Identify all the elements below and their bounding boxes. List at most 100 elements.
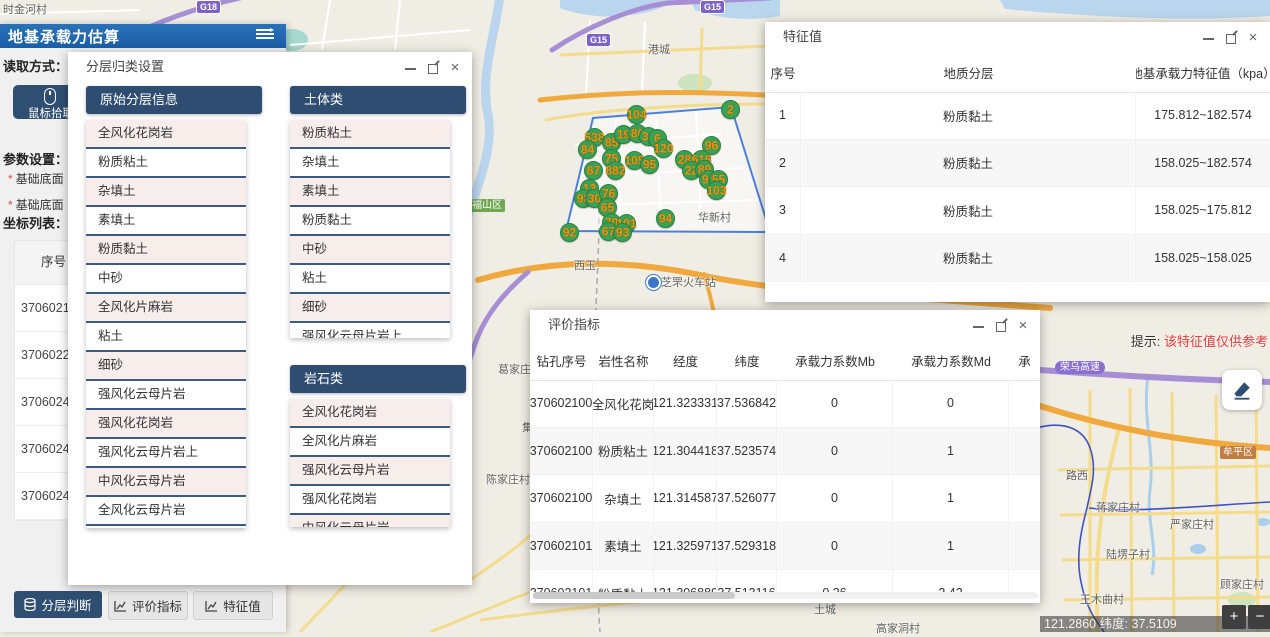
- evaluation-panel: 评价指标 × 钻孔序号岩性名称 经度纬度 承载力系数Mb承载力系数Md 承 37…: [530, 310, 1040, 603]
- maximize-icon[interactable]: [426, 61, 440, 75]
- map-label: G15: [586, 33, 611, 47]
- map-label: G15: [700, 0, 725, 14]
- layer-item[interactable]: 细砂: [86, 352, 246, 381]
- map-label: G18: [196, 0, 221, 14]
- soil-item[interactable]: 强风化云母片岩上: [290, 323, 450, 338]
- layer-item[interactable]: 粉质黏土: [86, 236, 246, 265]
- layer-item[interactable]: 粉质粘土: [86, 149, 246, 178]
- map-label: 港城: [648, 41, 670, 57]
- reference-tip: 提示: 该特征值仅供参考: [1131, 331, 1268, 350]
- rock-item[interactable]: 中风化云母片岩: [290, 515, 450, 527]
- borehole-marker[interactable]: 93: [613, 223, 632, 242]
- eigenvalue-table-header: 序号 地质分层 地基承载力特征值（kpa）: [765, 52, 1270, 93]
- tip-prefix: 提示:: [1131, 334, 1161, 349]
- zoom-out-button[interactable]: −: [1248, 605, 1270, 629]
- soil-item[interactable]: 细砂: [290, 294, 450, 323]
- horizontal-scrollbar[interactable]: [532, 592, 1038, 599]
- app-title-bar: 地基承载力估算: [0, 24, 286, 48]
- layer-item[interactable]: 强风化云母片岩: [86, 381, 246, 410]
- original-layers-header: 原始分层信息: [86, 86, 262, 114]
- borehole-marker[interactable]: 103: [707, 181, 726, 200]
- map-label: 福山区: [469, 199, 505, 212]
- map-label: 华新村: [698, 209, 731, 225]
- eval-index-button[interactable]: 评价指标: [108, 591, 188, 620]
- layer-item[interactable]: 全风化片麻岩: [86, 294, 246, 323]
- layer-judge-button[interactable]: 分层判断: [14, 591, 102, 618]
- layer-item[interactable]: 杂填土: [86, 178, 246, 207]
- rock-item[interactable]: 强风化云母片岩: [290, 457, 450, 486]
- close-icon[interactable]: ×: [448, 61, 462, 75]
- borehole-marker[interactable]: 94: [656, 209, 675, 228]
- map-label: 陈家庄村: [486, 471, 530, 487]
- rock-item[interactable]: 全风化花岗岩: [290, 399, 450, 428]
- soil-item[interactable]: 粘土: [290, 265, 450, 294]
- borehole-marker[interactable]: 120: [654, 139, 673, 158]
- soil-item[interactable]: 粉质黏土: [290, 207, 450, 236]
- evaluation-row: 370602101素填土121.325971 37.52931801: [530, 523, 1040, 571]
- layer-item[interactable]: 全风化云母片岩: [86, 497, 246, 526]
- layer-item[interactable]: 全风化花岗岩: [86, 120, 246, 149]
- eraser-button[interactable]: [1222, 370, 1262, 410]
- borehole-marker[interactable]: 92: [560, 223, 579, 242]
- layer-item[interactable]: 中风化云母片岩: [86, 468, 246, 497]
- layer-item[interactable]: 强风化花岗岩: [86, 410, 246, 439]
- borehole-marker[interactable]: 95: [640, 155, 659, 174]
- read-mode-label: 读取方式：: [3, 56, 68, 75]
- soil-item[interactable]: 中砂: [290, 236, 450, 265]
- layer-item[interactable]: 素填土: [86, 207, 246, 236]
- borehole-marker[interactable]: 2: [721, 100, 740, 119]
- classification-dialog: 分层归类设置 × 原始分层信息 全风化花岗岩粉质粘土杂填土素填土粉质黏土中砂全风…: [68, 52, 472, 585]
- app-title: 地基承载力估算: [8, 26, 120, 47]
- minimize-icon[interactable]: [1202, 31, 1216, 45]
- scrollbar-thumb[interactable]: [533, 592, 735, 599]
- original-layers-list: 全风化花岗岩粉质粘土杂填土素填土粉质黏土中砂全风化片麻岩粘土细砂强风化云母片岩强…: [86, 120, 246, 528]
- evaluation-row: 370602100杂填土121.314587 37.52607701: [530, 475, 1040, 523]
- layer-item[interactable]: 中砂: [86, 265, 246, 294]
- evaluation-row: 370602101粉质黏土121.306889 37.5131160.262.4…: [530, 570, 1040, 592]
- soil-item[interactable]: 素填土: [290, 178, 450, 207]
- map-label: 路西: [1066, 467, 1088, 483]
- borehole-marker[interactable]: 104: [627, 105, 646, 124]
- eigen-value-button[interactable]: 特征值: [193, 591, 273, 620]
- borehole-marker[interactable]: 87: [584, 161, 603, 180]
- minimize-icon[interactable]: [972, 319, 986, 333]
- required-asterisk: *: [8, 172, 13, 186]
- borehole-marker[interactable]: 882: [606, 161, 625, 180]
- eigenvalue-panel: 特征值 × 序号 地质分层 地基承载力特征值（kpa） 1粉质黏土175.812…: [765, 22, 1270, 302]
- close-icon[interactable]: ×: [1016, 319, 1030, 333]
- maximize-icon[interactable]: [994, 319, 1008, 333]
- eraser-icon: [1231, 379, 1253, 401]
- eigenvalue-row: 4粉质黏土158.025~158.025: [765, 235, 1270, 283]
- coord-list-label: 坐标列表：: [3, 213, 68, 232]
- evaluation-table-header: 钻孔序号岩性名称 经度纬度 承载力系数Mb承载力系数Md 承: [530, 340, 1040, 381]
- database-icon: [24, 598, 36, 611]
- map-label: 牟平区: [1220, 446, 1256, 459]
- chart-icon: [205, 600, 218, 612]
- layer-item[interactable]: 粘土: [86, 323, 246, 352]
- eigenvalue-row: 3粉质黏土158.025~175.812: [765, 187, 1270, 235]
- param-required-item: *基础底面: [8, 170, 64, 187]
- tip-text: 该特征值仅供参考: [1160, 334, 1268, 349]
- menu-icon[interactable]: [256, 29, 274, 43]
- soil-item[interactable]: 杂填土: [290, 149, 450, 178]
- map-label: 时金河村: [3, 1, 47, 17]
- layer-item[interactable]: 强风化云母片岩上: [86, 439, 246, 468]
- map-label: 顾家庄村: [1220, 576, 1264, 592]
- zoom-in-button[interactable]: +: [1222, 605, 1246, 629]
- maximize-icon[interactable]: [1224, 31, 1238, 45]
- minimize-icon[interactable]: [404, 61, 418, 75]
- evaluation-table-body: 370602100全风化花岗121.323331 37.53684200 370…: [530, 380, 1040, 592]
- eigenvalue-table-body: 1粉质黏土175.812~182.574 2粉质黏土158.025~182.57…: [765, 92, 1270, 282]
- soil-class-header: 土体类: [290, 86, 466, 114]
- param-required-item: *基础底面: [8, 196, 64, 213]
- evaluation-row: 370602100全风化花岗121.323331 37.53684200: [530, 380, 1040, 428]
- borehole-marker[interactable]: 84: [578, 140, 597, 159]
- eigenvalue-panel-title: 特征值: [765, 22, 1270, 52]
- rock-item[interactable]: 全风化片麻岩: [290, 428, 450, 457]
- close-icon[interactable]: ×: [1246, 31, 1260, 45]
- rock-item[interactable]: 强风化花岗岩: [290, 486, 450, 515]
- mouse-icon: [44, 88, 56, 105]
- soil-item[interactable]: 粉质粘土: [290, 120, 450, 149]
- eigenvalue-row: 1粉质黏土175.812~182.574: [765, 92, 1270, 140]
- soil-class-list: 粉质粘土杂填土素填土粉质黏土中砂粘土细砂强风化云母片岩上: [290, 120, 450, 338]
